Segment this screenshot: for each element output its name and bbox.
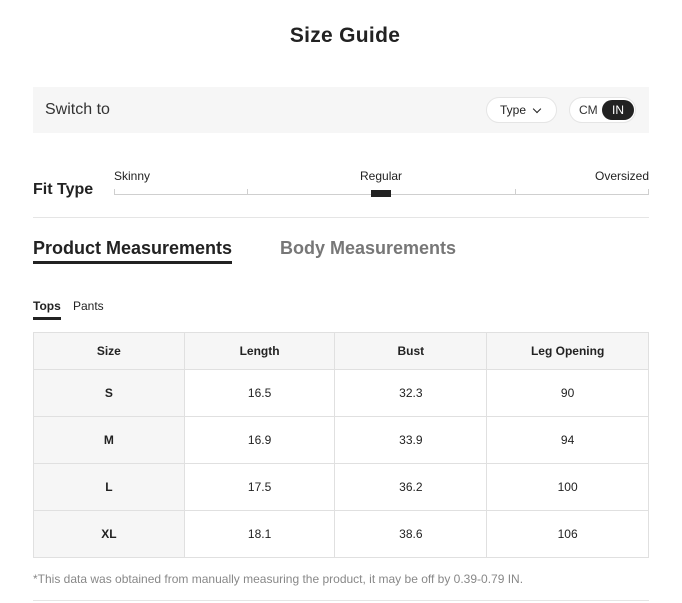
header-size: Size <box>33 332 185 370</box>
chevron-down-icon <box>532 104 542 113</box>
size-cell: M <box>33 416 185 464</box>
type-button-label: Type <box>500 103 527 117</box>
measurement-note: *This data was obtained from manually me… <box>33 572 524 586</box>
unit-toggle[interactable]: CM IN <box>569 97 636 123</box>
switch-label: Switch to <box>45 101 110 118</box>
unit-cm-option[interactable]: CM <box>579 103 598 117</box>
bust-cell: 38.6 <box>334 510 488 558</box>
tab-product-measurements[interactable]: Product Measurements <box>33 238 232 259</box>
active-tab-underline <box>33 261 232 264</box>
table-row: L 17.5 36.2 100 <box>33 463 649 511</box>
fit-marker <box>371 190 391 197</box>
type-dropdown-button[interactable]: Type <box>486 97 557 123</box>
tab-body-measurements[interactable]: Body Measurements <box>280 238 456 259</box>
size-table: Size Length Bust Leg Opening S 16.5 32.3… <box>33 332 649 558</box>
fit-scale-skinny: Skinny <box>114 169 151 183</box>
bust-cell: 32.3 <box>334 369 488 417</box>
leg-opening-cell: 100 <box>486 463 649 511</box>
fit-notch <box>114 189 115 195</box>
header-bust: Bust <box>334 332 488 370</box>
fit-notch <box>648 189 649 195</box>
leg-opening-cell: 90 <box>486 369 649 417</box>
fit-notch <box>247 189 248 195</box>
tab-pants[interactable]: Pants <box>73 299 104 313</box>
unit-in-option[interactable]: IN <box>602 100 634 120</box>
fit-notch <box>515 189 516 195</box>
fit-scale-regular: Regular <box>360 169 403 183</box>
size-cell: XL <box>33 510 185 558</box>
table-row: S 16.5 32.3 90 <box>33 369 649 417</box>
table-row: XL 18.1 38.6 106 <box>33 510 649 558</box>
length-cell: 18.1 <box>183 510 336 558</box>
divider <box>33 600 649 601</box>
header-leg-opening: Leg Opening <box>486 332 649 370</box>
length-cell: 16.5 <box>183 369 336 417</box>
bust-cell: 33.9 <box>334 416 488 464</box>
tab-tops[interactable]: Tops <box>33 299 61 313</box>
page-title: Size Guide <box>289 24 401 47</box>
table-row: M 16.9 33.9 94 <box>33 416 649 464</box>
size-cell: S <box>33 369 185 417</box>
size-cell: L <box>33 463 185 511</box>
fit-type-label: Fit Type <box>33 181 94 198</box>
header-length: Length <box>183 332 336 370</box>
fit-scale-oversized: Oversized <box>595 169 650 183</box>
length-cell: 17.5 <box>183 463 336 511</box>
table-header-row: Size Length Bust Leg Opening <box>33 332 649 370</box>
switch-bar: Switch to Type CM IN <box>33 87 649 133</box>
leg-opening-cell: 94 <box>486 416 649 464</box>
active-subtab-underline <box>33 317 61 320</box>
divider <box>33 217 649 218</box>
leg-opening-cell: 106 <box>486 510 649 558</box>
bust-cell: 36.2 <box>334 463 488 511</box>
length-cell: 16.9 <box>183 416 336 464</box>
